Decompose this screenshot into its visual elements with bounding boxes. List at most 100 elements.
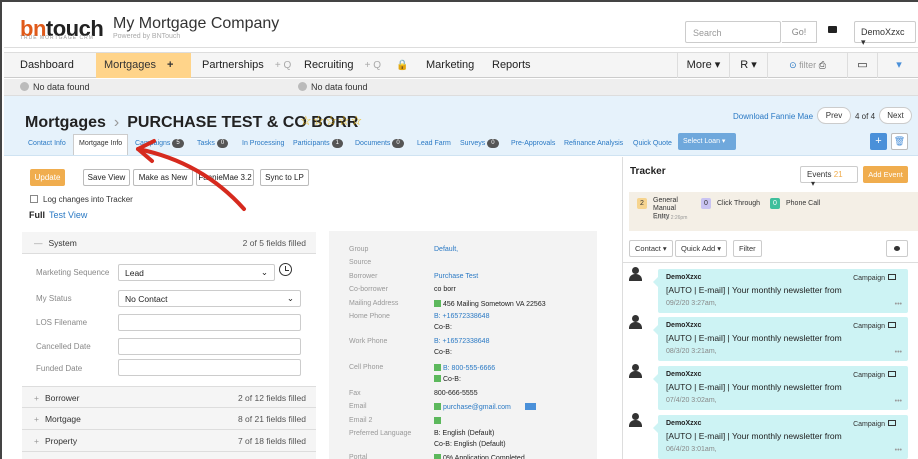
user-menu[interactable]: DemoXzxc ▾ bbox=[854, 21, 916, 47]
rating-stars[interactable]: ☆☆☆☆☆ bbox=[300, 113, 363, 129]
marketing-sequence-select[interactable]: Lead ⌄ bbox=[118, 264, 275, 281]
info-value[interactable]: B: +16572338648 bbox=[434, 313, 489, 320]
add-event-button[interactable]: Add Event bbox=[863, 166, 908, 183]
update-button[interactable]: Update bbox=[30, 169, 65, 186]
field-label: Marketing Sequence bbox=[36, 268, 110, 277]
expand-icon: + bbox=[34, 414, 39, 424]
info-value[interactable]: B: +16572338648 bbox=[434, 338, 489, 345]
nav-filter[interactable]: ⊙ filter ⎙ bbox=[767, 53, 847, 78]
tab-refinance-analysis[interactable]: Refinance Analysis bbox=[564, 135, 623, 154]
field-label: My Status bbox=[36, 294, 72, 303]
info-label: Preferred Language bbox=[349, 430, 412, 437]
legend-label[interactable]: Phone Call bbox=[786, 200, 820, 207]
event-type: Campaign bbox=[853, 420, 896, 428]
add-icon[interactable]: + bbox=[870, 133, 887, 150]
sync-to-lp-button[interactable]: Sync to LP bbox=[260, 169, 309, 186]
funded-date-input[interactable] bbox=[118, 359, 301, 376]
status-square-icon bbox=[434, 417, 441, 424]
logo-tagline: TRUE MORTGAGE CRM bbox=[20, 35, 94, 41]
info-value: co borr bbox=[434, 286, 456, 293]
download-fannie-mae-link[interactable]: Download Fannie Mae bbox=[733, 112, 813, 121]
los-filename-input[interactable] bbox=[118, 314, 301, 331]
nav-mortgages[interactable]: Mortgages + Q bbox=[96, 53, 191, 96]
info-value[interactable]: purchase@gmail.com bbox=[434, 403, 536, 411]
info-value: 0% Application Completed bbox=[434, 454, 525, 459]
more-icon[interactable]: ••• bbox=[895, 398, 902, 405]
event-message: [AUTO | E-mail] | Your monthly newslette… bbox=[666, 285, 842, 295]
lock-icon[interactable]: 🔒 bbox=[388, 53, 416, 78]
go-button[interactable]: Go! bbox=[782, 21, 817, 43]
nav-partnerships[interactable]: Partnerships + Q bbox=[194, 53, 299, 78]
cancelled-date-input[interactable] bbox=[118, 338, 301, 355]
more-icon[interactable]: ••• bbox=[895, 301, 902, 308]
tracker-event[interactable]: DemoXzxc Campaign [AUTO | E-mail] | Your m… bbox=[653, 269, 908, 313]
clock-icon[interactable] bbox=[279, 263, 292, 276]
info-label: Mailing Address bbox=[349, 300, 399, 307]
status-square-icon bbox=[434, 454, 441, 459]
info-value[interactable]: B: 800-555-6666 bbox=[434, 364, 495, 372]
nav-marketing[interactable]: Marketing bbox=[418, 53, 482, 78]
trash-icon[interactable]: 🗑 bbox=[891, 133, 908, 150]
legend-label[interactable]: Click Through bbox=[717, 200, 760, 207]
nav-more[interactable]: More ▾ bbox=[677, 53, 729, 78]
nav-r[interactable]: R ▾ bbox=[729, 53, 767, 78]
section-property[interactable]: + Property 7 of 18 fields filled bbox=[22, 430, 316, 452]
tab-documents[interactable]: Documents 0 bbox=[355, 135, 404, 154]
event-type: Campaign bbox=[853, 322, 896, 330]
info-label: Email bbox=[349, 403, 367, 410]
breadcrumb-section[interactable]: Mortgages bbox=[25, 114, 106, 131]
info-value bbox=[434, 417, 443, 425]
section-mortgage[interactable]: + Mortgage 8 of 21 fields filled bbox=[22, 408, 316, 430]
tab-quick-quote[interactable]: Quick Quote bbox=[633, 135, 672, 154]
more-icon[interactable]: ••• bbox=[895, 349, 902, 356]
search-input[interactable]: Search bbox=[685, 21, 781, 43]
filter-button[interactable]: Filter bbox=[733, 240, 762, 257]
info-value: Co-B: English (Default) bbox=[434, 441, 506, 448]
field-label: LOS Filename bbox=[36, 318, 88, 327]
status-square-icon bbox=[434, 364, 441, 371]
tracker-event[interactable]: DemoXzxc Campaign [AUTO | E-mail] | Your m… bbox=[653, 317, 908, 361]
no-data-right: No data found bbox=[298, 82, 368, 92]
info-value: 456 Mailing Sometown VA 22563 bbox=[434, 300, 546, 308]
section-next[interactable] bbox=[22, 452, 316, 459]
my-status-select[interactable]: No Contact ⌄ bbox=[118, 290, 301, 307]
tracker-event[interactable]: DemoXzxc Campaign [AUTO | E-mail] | Your m… bbox=[653, 366, 908, 410]
chevron-down-icon: ⌄ bbox=[286, 293, 294, 303]
info-value: Co-B: bbox=[434, 349, 452, 356]
info-label: Work Phone bbox=[349, 338, 388, 345]
info-value[interactable]: Default, bbox=[434, 246, 458, 253]
company-name: My Mortgage Company bbox=[113, 15, 280, 32]
next-button[interactable]: Next bbox=[879, 107, 912, 124]
eye-icon[interactable] bbox=[886, 240, 908, 257]
contact-dropdown[interactable]: Contact ▾ bbox=[629, 240, 673, 257]
prev-button[interactable]: Prev bbox=[817, 107, 851, 124]
no-data-bar: No data found No data found bbox=[4, 79, 918, 96]
more-icon[interactable]: ••• bbox=[895, 447, 902, 454]
section-borrower[interactable]: + Borrower 2 of 12 fields filled bbox=[22, 386, 316, 408]
nav-dashboard[interactable]: Dashboard bbox=[12, 53, 82, 78]
chat-icon[interactable]: ▭ bbox=[847, 53, 877, 78]
tab-pre-approvals[interactable]: Pre-Approvals bbox=[511, 135, 555, 154]
tracker-event[interactable]: DemoXzxc Campaign [AUTO | E-mail] | Your m… bbox=[653, 415, 908, 459]
section-system[interactable]: — System 2 of 5 fields filled bbox=[22, 232, 316, 254]
test-view-link[interactable]: Test View bbox=[49, 210, 87, 220]
quick-add-dropdown[interactable]: Quick Add ▾ bbox=[675, 240, 728, 257]
tab-participants[interactable]: Participants 1 bbox=[293, 135, 343, 154]
info-value: Co-B: bbox=[434, 324, 452, 331]
tab-lead-farm[interactable]: Lead Farm bbox=[417, 135, 451, 154]
info-value: B: English (Default) bbox=[434, 430, 495, 437]
event-date: 07/4/20 3:02am, bbox=[666, 397, 717, 404]
event-message: [AUTO | E-mail] | Your monthly newslette… bbox=[666, 382, 842, 392]
nav-dropdown-icon[interactable]: ▾ bbox=[877, 53, 918, 78]
select-loan-dropdown[interactable]: Select Loan ▾ bbox=[678, 133, 736, 150]
info-value[interactable]: Purchase Test bbox=[434, 273, 478, 280]
nav-reports[interactable]: Reports bbox=[484, 53, 539, 78]
nav-recruiting[interactable]: Recruiting + Q bbox=[296, 53, 389, 78]
events-dropdown[interactable]: Events 21 ▾ bbox=[800, 166, 858, 188]
tab-surveys[interactable]: Surveys 0 bbox=[460, 135, 499, 154]
full-view-label: Full bbox=[29, 210, 45, 220]
field-label: Cancelled Date bbox=[36, 342, 91, 351]
video-camera-icon[interactable] bbox=[828, 26, 837, 33]
info-label: Source bbox=[349, 259, 372, 266]
tab-contact-info[interactable]: Contact Info bbox=[28, 135, 66, 154]
